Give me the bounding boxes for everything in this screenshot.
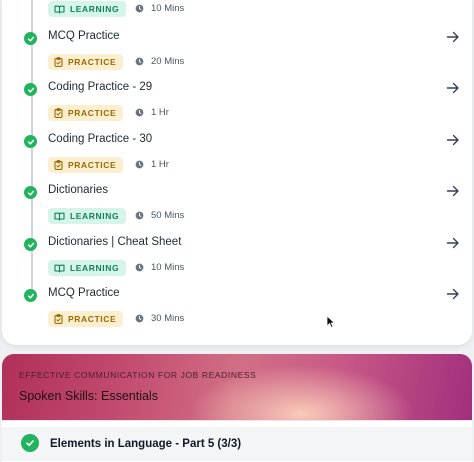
check-circle-icon — [24, 135, 37, 148]
check-circle-icon — [24, 83, 37, 96]
check-circle-icon — [24, 32, 37, 45]
clock-icon — [135, 263, 144, 272]
clock-icon — [135, 4, 144, 13]
module-item-row[interactable]: Dictionaries LEARNING 50 Mins — [2, 183, 472, 238]
badge-label: LEARNING — [70, 263, 120, 273]
check-circle-icon — [24, 186, 37, 199]
learning-badge: LEARNING — [48, 208, 127, 224]
duration: 1 Hr — [135, 107, 169, 118]
arrow-right-icon[interactable] — [445, 286, 461, 302]
practice-badge: PRACTICE — [48, 157, 124, 173]
module-items-card: LEARNING 10 Mins MCQ Practice PRACTICE 20 Mi… — [2, 0, 472, 345]
module-item-row[interactable]: LEARNING 10 Mins — [2, 0, 472, 31]
section-panel: Elements in Language - Part 5 (3/3) — [2, 420, 472, 462]
course-category: EFFECTIVE COMMUNICATION FOR JOB READINES… — [19, 370, 257, 380]
module-item-title[interactable]: Dictionaries — [48, 184, 108, 196]
clipboard-icon — [54, 314, 63, 324]
badge-label: PRACTICE — [68, 160, 117, 170]
module-item-row[interactable]: Dictionaries | Cheat Sheet LEARNING 10 Min… — [2, 235, 472, 290]
module-item-title[interactable]: Coding Practice - 29 — [48, 81, 152, 93]
check-circle-icon — [24, 238, 37, 251]
practice-badge: PRACTICE — [48, 54, 124, 70]
module-item-row[interactable]: MCQ Practice PRACTICE 30 Mins — [2, 286, 472, 341]
duration: 30 Mins — [135, 313, 184, 324]
clock-icon — [135, 108, 144, 117]
duration-label: 1 Hr — [151, 159, 169, 170]
book-open-icon — [54, 264, 65, 273]
section-header[interactable]: Elements in Language - Part 5 (3/3) — [2, 427, 472, 461]
module-item-title[interactable]: MCQ Practice — [48, 287, 120, 299]
book-open-icon — [54, 5, 65, 14]
duration-label: 10 Mins — [151, 3, 185, 14]
duration-label: 50 Mins — [151, 210, 185, 221]
duration-label: 30 Mins — [151, 313, 185, 324]
duration-label: 20 Mins — [151, 56, 185, 67]
module-item-row[interactable]: Coding Practice - 30 PRACTICE 1 Hr — [2, 132, 472, 187]
learning-badge: LEARNING — [48, 1, 127, 17]
module-item-row[interactable]: Coding Practice - 29 PRACTICE 1 Hr — [2, 80, 472, 135]
clock-icon — [135, 57, 144, 66]
badge-label: PRACTICE — [68, 57, 117, 67]
module-item-row[interactable]: MCQ Practice PRACTICE 20 Mins — [2, 29, 472, 84]
duration-label: 10 Mins — [151, 262, 185, 273]
learning-badge: LEARNING — [48, 260, 127, 276]
course-title: Spoken Skills: Essentials — [19, 389, 158, 403]
badge-label: LEARNING — [70, 211, 120, 221]
duration: 20 Mins — [135, 56, 184, 67]
check-circle-icon — [21, 434, 39, 452]
duration: 10 Mins — [135, 262, 184, 273]
duration-label: 1 Hr — [151, 107, 169, 118]
clock-icon — [135, 160, 144, 169]
clock-icon — [135, 314, 144, 323]
arrow-right-icon[interactable] — [445, 235, 461, 251]
mouse-cursor-icon — [326, 315, 336, 329]
module-item-title[interactable]: Dictionaries | Cheat Sheet — [48, 236, 181, 248]
badge-label: PRACTICE — [68, 108, 117, 118]
badge-label: PRACTICE — [68, 314, 117, 324]
clipboard-icon — [54, 57, 63, 67]
duration: 10 Mins — [135, 3, 184, 14]
practice-badge: PRACTICE — [48, 311, 124, 327]
book-open-icon — [54, 212, 65, 221]
badge-label: LEARNING — [70, 4, 120, 14]
arrow-right-icon[interactable] — [445, 29, 461, 45]
clipboard-icon — [54, 108, 63, 118]
module-item-title[interactable]: MCQ Practice — [48, 30, 120, 42]
duration: 50 Mins — [135, 210, 184, 221]
clock-icon — [135, 211, 144, 220]
arrow-right-icon[interactable] — [445, 80, 461, 96]
module-item-title[interactable]: Coding Practice - 30 — [48, 133, 152, 145]
practice-badge: PRACTICE — [48, 105, 124, 121]
section-title: Elements in Language - Part 5 (3/3) — [50, 438, 242, 450]
arrow-right-icon[interactable] — [445, 132, 461, 148]
clipboard-icon — [54, 160, 63, 170]
duration: 1 Hr — [135, 159, 169, 170]
arrow-right-icon[interactable] — [445, 183, 461, 199]
course-banner[interactable]: EFFECTIVE COMMUNICATION FOR JOB READINES… — [2, 354, 472, 420]
check-circle-icon — [24, 289, 37, 302]
